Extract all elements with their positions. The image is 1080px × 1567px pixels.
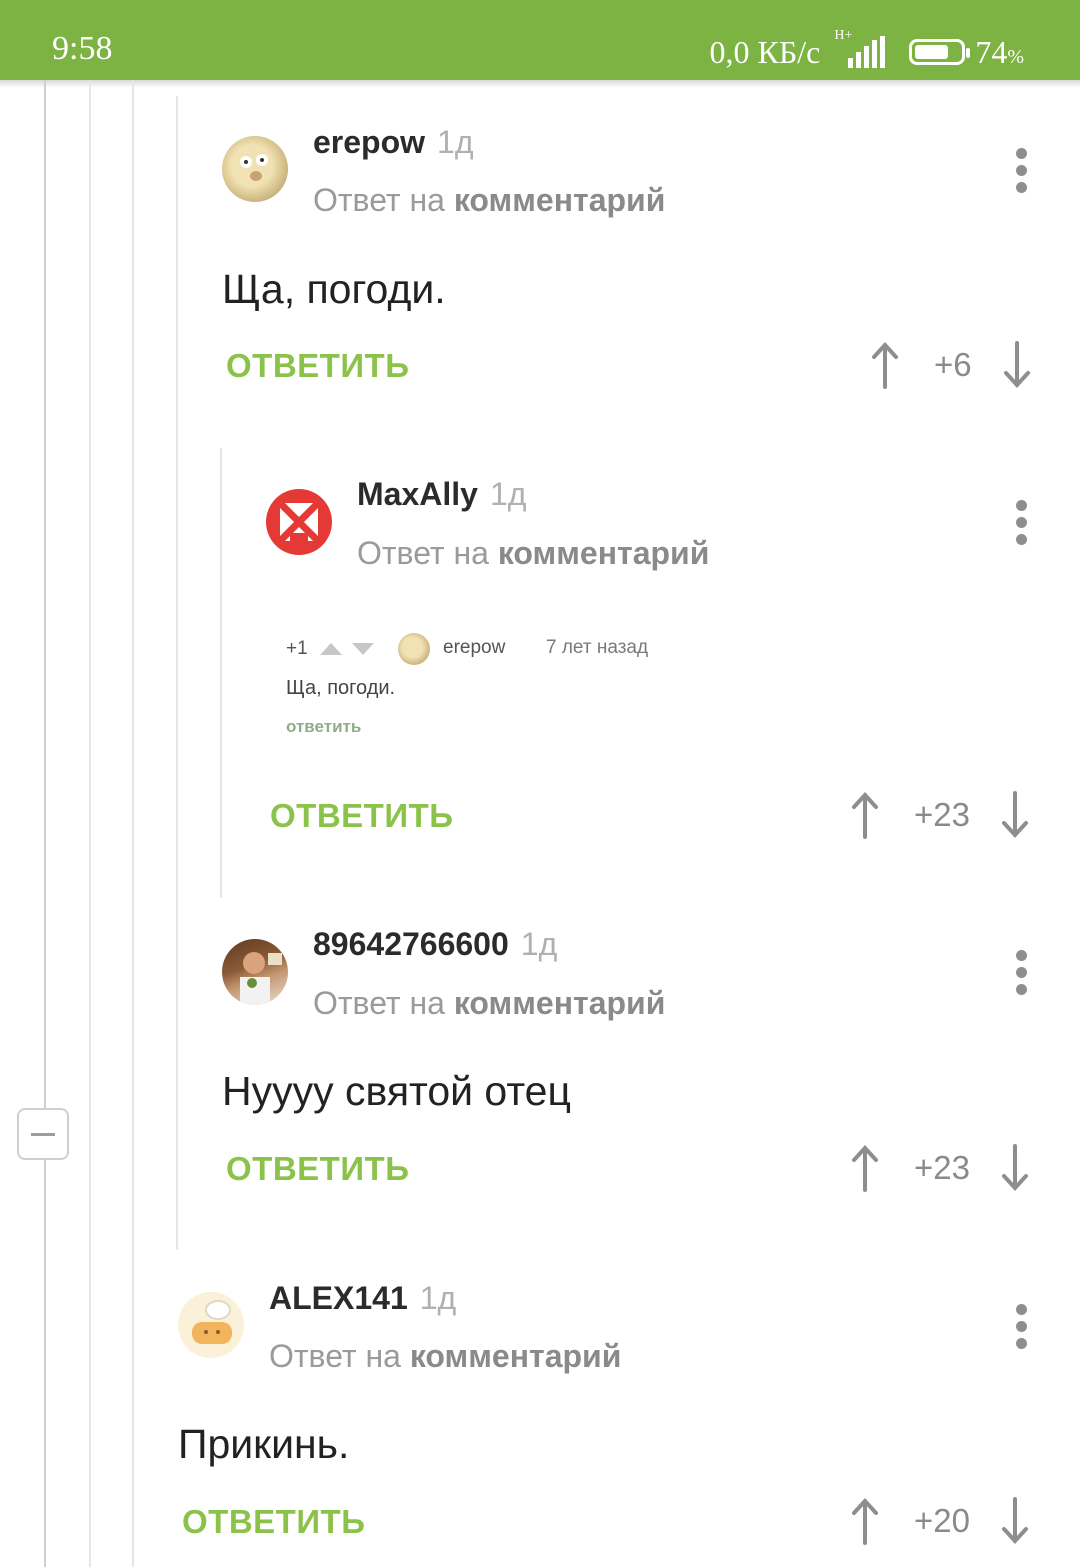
comment-text: Нуууу святой отец: [222, 1068, 571, 1114]
reply-to-link[interactable]: комментарий: [498, 535, 710, 571]
status-bar: 9:58 0,0 КБ/с H+ 74%: [0, 0, 1080, 80]
embed-upvote-icon: [320, 643, 342, 655]
comment-text: Прикинь.: [178, 1421, 350, 1467]
thread-line: [44, 1160, 46, 1567]
status-bar-shadow: [0, 80, 1080, 88]
comment-score: +6: [934, 346, 972, 383]
embed-avatar: [398, 633, 430, 665]
network-speed: 0,0 КБ/с: [709, 33, 821, 70]
comment-username[interactable]: 89642766600 1д: [313, 926, 557, 963]
network-type: H+: [834, 28, 853, 43]
thread-line: [220, 448, 222, 898]
more-vert-icon[interactable]: [1016, 1304, 1028, 1355]
comment-text: Ща, погоди.: [222, 266, 446, 312]
vote-controls: +20: [850, 1496, 1030, 1546]
reply-to-label: Ответ на комментарий: [357, 535, 710, 571]
comment-score: +23: [914, 796, 970, 833]
vote-controls: +6: [870, 340, 1032, 390]
reply-to-label: Ответ на комментарий: [313, 182, 666, 218]
comment-username[interactable]: ALEX141 1д: [269, 1280, 456, 1317]
reply-button[interactable]: ОТВЕТИТЬ: [226, 1150, 409, 1188]
status-time: 9:58: [52, 30, 113, 67]
arrow-down-icon[interactable]: [1000, 1144, 1030, 1192]
reply-to-link[interactable]: комментарий: [454, 182, 666, 218]
thread-line: [132, 80, 134, 1567]
comment-time: 1д: [437, 124, 474, 160]
thread-line: [176, 96, 178, 1250]
reply-to-label: Ответ на комментарий: [269, 1338, 622, 1374]
comment-time: 1д: [419, 1280, 457, 1316]
vote-controls: +23: [850, 1143, 1030, 1193]
avatar[interactable]: [178, 1292, 244, 1358]
comment-score: +23: [914, 1149, 970, 1186]
vote-controls: +23: [850, 790, 1030, 840]
signal-icon: H+: [834, 28, 886, 68]
embed-downvote-icon: [352, 643, 374, 655]
reply-to-label: Ответ на комментарий: [313, 985, 666, 1021]
arrow-down-icon[interactable]: [1000, 1497, 1030, 1545]
battery-percent: 74%: [975, 33, 1024, 70]
comment-score: +20: [914, 1502, 970, 1539]
thread-line: [89, 80, 91, 1567]
embedded-screenshot: +1 erepow 7 лет назад Ща, погоди. ответи…: [278, 625, 678, 750]
arrow-up-icon[interactable]: [850, 1144, 880, 1192]
thread-line: [44, 80, 46, 1108]
reply-to-link[interactable]: комментарий: [410, 1338, 622, 1374]
status-right: 0,0 КБ/с H+ 74%: [709, 28, 1024, 74]
avatar[interactable]: [222, 939, 288, 1005]
avatar[interactable]: [266, 489, 332, 555]
arrow-up-icon[interactable]: [870, 341, 900, 389]
arrow-up-icon[interactable]: [850, 791, 880, 839]
battery-icon: [909, 39, 971, 65]
more-vert-icon[interactable]: [1016, 500, 1028, 551]
arrow-up-icon[interactable]: [850, 1497, 880, 1545]
embed-score: +1: [286, 638, 308, 659]
embed-text: Ща, погоди.: [286, 677, 396, 699]
arrow-down-icon[interactable]: [1000, 791, 1030, 839]
comment-time: 1д: [520, 926, 558, 962]
reply-button[interactable]: ОТВЕТИТЬ: [270, 797, 453, 835]
reply-to-link[interactable]: комментарий: [454, 985, 666, 1021]
collapse-thread-icon[interactable]: [17, 1108, 69, 1160]
comment-username[interactable]: MaxAlly 1д: [357, 476, 526, 513]
reply-button[interactable]: ОТВЕТИТЬ: [226, 347, 409, 385]
avatar[interactable]: [222, 136, 288, 202]
arrow-down-icon[interactable]: [1002, 341, 1032, 389]
more-vert-icon[interactable]: [1016, 148, 1028, 199]
comment-username[interactable]: erepow 1д: [313, 124, 474, 161]
more-vert-icon[interactable]: [1016, 950, 1028, 1001]
embed-username: erepow: [443, 637, 506, 658]
comment-time: 1д: [489, 476, 527, 512]
embed-time: 7 лет назад: [546, 637, 649, 658]
embed-reply: ответить: [286, 717, 362, 736]
reply-button[interactable]: ОТВЕТИТЬ: [182, 1503, 365, 1541]
